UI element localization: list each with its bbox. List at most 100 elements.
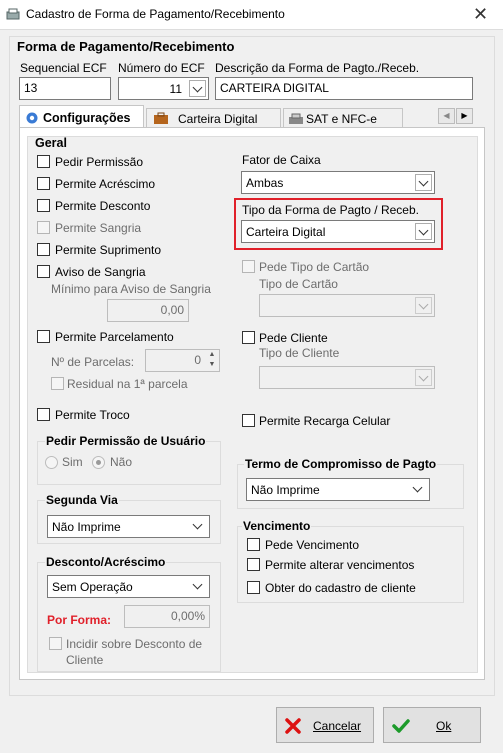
checkbox-troco[interactable]	[37, 408, 50, 421]
label-nao: Não	[110, 455, 133, 469]
checkbox-residual[interactable]	[51, 377, 64, 390]
parcelas-label: Nº de Parcelas:	[51, 355, 135, 369]
min-sangria-input[interactable]: 0,00	[107, 299, 189, 322]
chevron-down-icon[interactable]	[415, 297, 432, 314]
tab-label: SAT e NFC-e	[306, 112, 377, 126]
tipo-cliente-select[interactable]	[259, 366, 435, 389]
tipo-forma-value: Carteira Digital	[246, 225, 326, 239]
checkbox-obter-cadastro[interactable]	[247, 581, 260, 594]
checkbox-alterar-vencimentos[interactable]	[247, 558, 260, 571]
termo-value: Não Imprime	[251, 483, 320, 497]
seq-input[interactable]: 13	[19, 77, 111, 100]
tipo-cartao-label: Tipo de Cartão	[259, 277, 338, 291]
close-icon	[285, 718, 301, 734]
ok-button[interactable]: Ok	[383, 707, 481, 743]
permissao-title: Pedir Permissão de Usuário	[45, 434, 207, 448]
checkbox-acrescimo[interactable]	[37, 177, 50, 190]
termo-select[interactable]: Não Imprime	[246, 478, 430, 501]
checkbox-sangria[interactable]	[37, 221, 50, 234]
ecf-select[interactable]: 11	[118, 77, 209, 100]
tab-configuracoes[interactable]: Configurações	[19, 105, 144, 128]
label-pede-cliente: Pede Cliente	[259, 331, 328, 345]
ok-label: Ok	[436, 719, 452, 733]
tab-scroll-left[interactable]: ◀	[438, 108, 455, 124]
tipo-forma-select[interactable]: Carteira Digital	[241, 220, 435, 243]
label-incidir: Incidir sobre Desconto de Cliente	[66, 637, 203, 667]
label-pedir-permissao: Pedir Permissão	[55, 155, 144, 169]
gear-icon	[26, 112, 38, 124]
label-aviso-sangria: Aviso de Sangria	[55, 265, 146, 279]
seq-label: Sequencial ECF	[20, 61, 107, 75]
checkbox-suprimento[interactable]	[37, 243, 50, 256]
label-pede-tipo-cartao: Pede Tipo de Cartão	[259, 260, 370, 274]
tipo-forma-label: Tipo da Forma de Pagto / Receb.	[242, 203, 419, 217]
label-suprimento: Permite Suprimento	[55, 243, 162, 257]
chevron-down-icon[interactable]	[190, 578, 207, 595]
label-residual: Residual na 1ª parcela	[67, 377, 188, 391]
section-title: Forma de Pagamento/Recebimento	[17, 39, 235, 54]
checkbox-pedir-permissao[interactable]	[37, 155, 50, 168]
min-sangria-label: Mínimo para Aviso de Sangria	[51, 282, 211, 296]
label-acrescimo: Permite Acréscimo	[55, 177, 156, 191]
por-forma-input[interactable]: 0,00%	[124, 605, 210, 628]
segunda-via-select[interactable]: Não Imprime	[47, 515, 210, 538]
por-forma-label: Por Forma:	[47, 613, 112, 627]
segunda-via-title: Segunda Via	[45, 493, 119, 507]
title-bar: Cadastro de Forma de Pagamento/Recebimen…	[0, 0, 503, 30]
chevron-down-icon[interactable]	[189, 80, 206, 97]
label-troco: Permite Troco	[55, 408, 130, 422]
label-alterar-vencimentos: Permite alterar vencimentos	[265, 558, 415, 572]
checkbox-desconto[interactable]	[37, 199, 50, 212]
window-title: Cadastro de Forma de Pagamento/Recebimen…	[26, 7, 285, 21]
checkbox-pede-vencimento[interactable]	[247, 538, 260, 551]
cancel-button[interactable]: Cancelar	[276, 707, 374, 743]
checkbox-aviso-sangria[interactable]	[37, 265, 50, 278]
chevron-down-icon[interactable]	[410, 481, 427, 498]
ecf-value: 11	[169, 82, 182, 96]
fator-label: Fator de Caixa	[242, 153, 321, 167]
radio-nao[interactable]	[92, 456, 105, 469]
checkbox-incidir[interactable]	[49, 637, 62, 650]
tab-carteira-digital[interactable]: Carteira Digital	[146, 108, 281, 128]
label-obter-cadastro: Obter do cadastro de cliente	[265, 581, 416, 595]
termo-title: Termo de Compromisso de Pagto	[244, 457, 438, 471]
checkbox-recarga[interactable]	[242, 414, 255, 427]
cancel-label: Cancelar	[313, 719, 362, 733]
chevron-down-icon[interactable]	[415, 369, 432, 386]
desconto-title: Desconto/Acréscimo	[45, 555, 167, 569]
vencimento-title: Vencimento	[242, 519, 312, 533]
label-parcelamento: Permite Parcelamento	[55, 330, 174, 344]
desc-input[interactable]: CARTEIRA DIGITAL	[215, 77, 473, 100]
segunda-via-value: Não Imprime	[52, 520, 121, 534]
tab-label: Configurações	[43, 111, 131, 125]
tab-label: Carteira Digital	[178, 112, 258, 126]
wallet-icon	[154, 112, 168, 124]
label-desconto: Permite Desconto	[55, 199, 151, 213]
chevron-down-icon[interactable]	[415, 223, 432, 240]
radio-sim[interactable]	[45, 456, 58, 469]
label-recarga: Permite Recarga Celular	[259, 414, 391, 428]
checkmark-icon	[392, 719, 410, 733]
close-button[interactable]: ✕	[458, 0, 503, 30]
stepper-arrows-icon[interactable]: ▲ ▼	[205, 350, 219, 371]
desc-label: Descrição da Forma de Pagto./Receb.	[215, 61, 420, 75]
fator-value: Ambas	[246, 176, 284, 190]
checkbox-pede-cliente[interactable]	[242, 331, 255, 344]
fator-select[interactable]: Ambas	[241, 171, 435, 194]
geral-title: Geral	[35, 136, 67, 150]
app-icon	[6, 8, 20, 20]
tipo-cartao-select[interactable]	[259, 294, 435, 317]
chevron-down-icon[interactable]	[190, 518, 207, 535]
label-sim: Sim	[62, 455, 83, 469]
tab-scroll-right[interactable]: ▶	[456, 108, 473, 124]
label-pede-vencimento: Pede Vencimento	[265, 538, 360, 552]
label-sangria: Permite Sangria	[55, 221, 142, 235]
checkbox-parcelamento[interactable]	[37, 330, 50, 343]
tab-sat-nfce[interactable]: SAT e NFC-e	[283, 108, 403, 128]
desconto-select[interactable]: Sem Operação	[47, 575, 210, 598]
checkbox-pede-tipo-cartao[interactable]	[242, 260, 255, 273]
chevron-down-icon[interactable]	[415, 174, 432, 191]
ecf-label: Número do ECF	[118, 61, 205, 75]
desconto-value: Sem Operação	[52, 580, 133, 594]
printer-icon	[289, 113, 303, 124]
